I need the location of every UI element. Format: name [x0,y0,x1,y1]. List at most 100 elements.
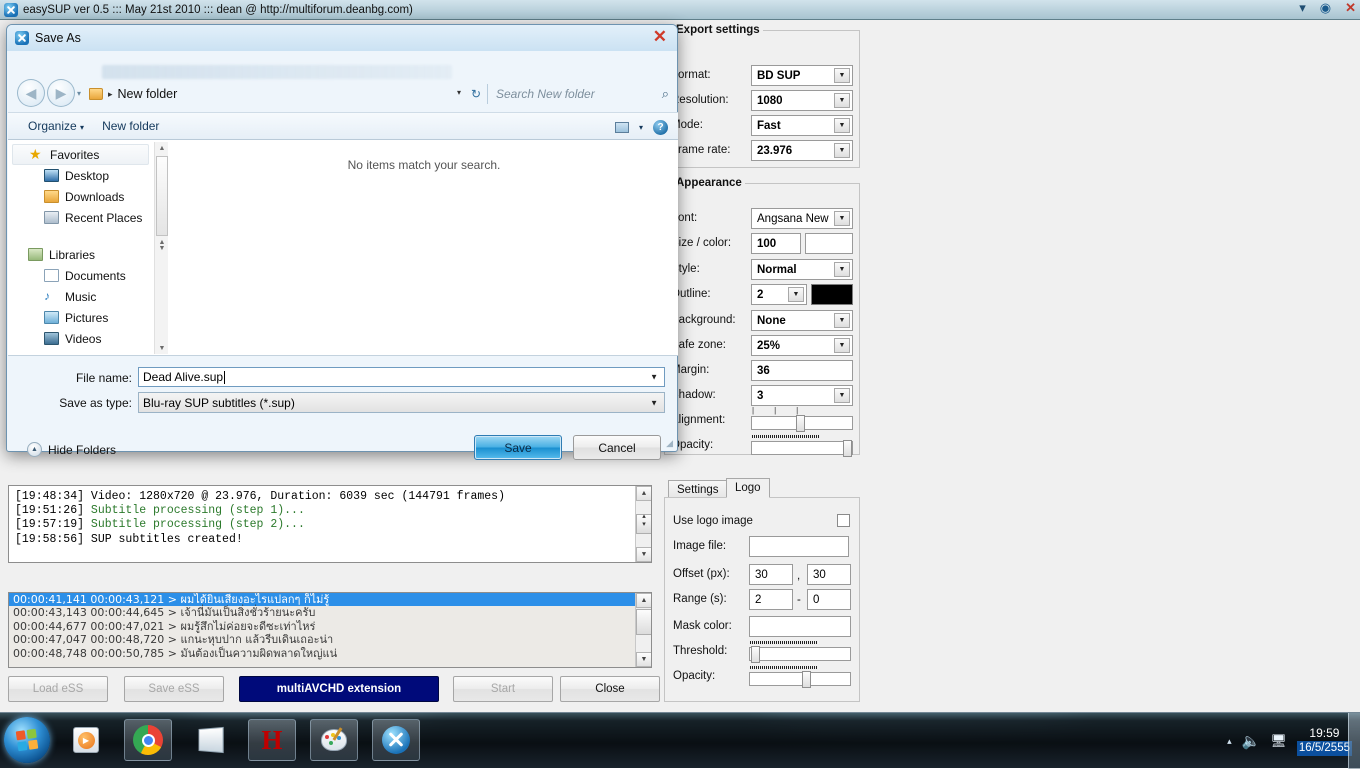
file-name-input[interactable]: Dead Alive.sup ▼ [138,367,665,387]
opacity-slider-knob[interactable] [843,440,852,457]
chevron-down-icon[interactable]: ▼ [834,262,850,277]
tab-settings[interactable]: Settings [668,480,728,498]
show-hidden-icons-button[interactable]: ▴ [1227,736,1232,747]
minimize-icon[interactable]: ▾ [1299,1,1306,14]
app-titlebar[interactable]: easySUP ver 0.5 ::: May 21st 2010 ::: de… [0,0,1360,20]
taskbar-item-easysup[interactable] [372,719,420,761]
background-combo[interactable]: None ▼ [751,310,853,331]
mask-color-field[interactable] [749,616,851,637]
load-ess-button[interactable]: Load eSS [8,676,108,702]
help-icon[interactable]: ? [653,120,668,135]
subtitle-scroll-thumb[interactable] [636,609,652,635]
sidebar-scroll-grip[interactable]: ▲▼ [156,238,168,254]
resolution-combo[interactable]: 1080 ▼ [751,90,853,111]
tab-logo[interactable]: Logo [726,478,770,498]
log-scroll-thumb[interactable] [636,514,652,534]
forward-button[interactable]: ▶ [47,79,75,107]
hide-folders-toggle[interactable]: ▲ Hide Folders [27,442,116,457]
organize-menu[interactable]: Organize ▾ [28,119,84,133]
chevron-down-icon[interactable]: ▼ [834,313,850,328]
resize-grip[interactable]: ◢ [666,438,673,449]
range-from-field[interactable]: 2 [749,589,793,610]
subtitle-scrollbar[interactable]: ▲ ▼ [635,593,651,667]
scroll-down-icon[interactable]: ▼ [636,547,652,562]
save-as-type-combo[interactable]: Blu-ray SUP subtitles (*.sup) ▼ [138,392,665,413]
color-field[interactable] [805,233,853,254]
size-field[interactable]: 100 [751,233,801,254]
scroll-down-icon[interactable]: ▼ [155,342,169,354]
taskbar-item-notepad-document[interactable] [186,719,234,761]
start-button[interactable]: Start [453,676,553,702]
margin-field[interactable]: 36 [751,360,853,381]
log-scrollbar[interactable]: ▲ ▼ [635,486,651,562]
new-folder-button[interactable]: New folder [102,119,159,133]
search-icon[interactable]: ⌕ [662,86,669,102]
chevron-down-icon[interactable]: ▼ [834,118,850,133]
sidebar-item-documents[interactable]: Documents [8,265,153,286]
alignment-slider[interactable] [751,416,853,430]
dialog-cancel-button[interactable]: Cancel [573,435,661,460]
volume-icon[interactable]: 🔈 [1242,732,1261,750]
scroll-up-icon[interactable]: ▲ [636,486,652,501]
chevron-down-icon[interactable]: ▼ [650,373,658,382]
search-input[interactable]: Search New folder [487,84,667,104]
sidebar-item-favorites[interactable]: ★Favorites [12,144,149,165]
history-dropdown-icon[interactable]: ▾ [77,89,81,98]
show-desktop-button[interactable] [1348,713,1360,769]
multiavchd-extension-button[interactable]: multiAVCHD extension [239,676,439,702]
sidebar-item-downloads[interactable]: Downloads [8,186,153,207]
frame-rate-combo[interactable]: 23.976 ▼ [751,140,853,161]
use-logo-checkbox[interactable] [837,514,850,527]
maximize-icon[interactable]: ◉ [1320,1,1331,14]
threshold-slider[interactable] [749,647,851,661]
chevron-down-icon[interactable]: ▼ [834,388,850,403]
scroll-down-icon[interactable]: ▼ [636,652,652,667]
sidebar-item-videos[interactable]: Videos [8,328,153,349]
chevron-down-icon[interactable]: ▾ [639,123,643,132]
chevron-down-icon[interactable]: ▼ [834,211,850,226]
sidebar-item-libraries[interactable]: Libraries [8,244,153,265]
breadcrumb-current-folder[interactable]: New folder [118,87,178,101]
outline-combo[interactable]: 2 ▼ [751,284,807,305]
clock[interactable]: 19:59 16/5/2555 [1297,726,1352,756]
safe-zone-combo[interactable]: 25% ▼ [751,335,853,356]
dialog-close-icon[interactable]: ✕ [653,26,667,48]
save-as-titlebar[interactable]: Save As ✕ [7,25,677,51]
chevron-down-icon[interactable]: ▼ [650,398,658,407]
dialog-save-button[interactable]: Save [474,435,562,460]
format-combo[interactable]: BD SUP ▼ [751,65,853,86]
change-view-icon[interactable] [615,122,629,133]
close-icon[interactable]: ✕ [1345,1,1356,14]
chevron-down-icon[interactable]: ▼ [834,68,850,83]
sidebar-scrollbar[interactable]: ▲ ▲▼ ▼ [154,142,168,354]
taskbar-item-red-h-app[interactable]: H [248,719,296,761]
save-ess-button[interactable]: Save eSS [124,676,224,702]
subtitle-row[interactable]: 00:00:47,047 00:00:48,720 > แกนะหุบปาก แ… [9,633,651,646]
logo-opacity-slider[interactable] [749,672,851,686]
taskbar-item-windows-media-player[interactable]: ▶ [62,719,110,761]
sidebar-item-desktop[interactable]: Desktop [8,165,153,186]
network-icon[interactable]: 🖥 [1270,733,1287,749]
font-combo[interactable]: Angsana New ▼ [751,208,853,229]
outline-color-swatch[interactable] [811,284,853,305]
close-button[interactable]: Close [560,676,660,702]
scroll-up-icon[interactable]: ▲ [636,593,652,608]
subtitle-row[interactable]: 00:00:41,141 00:00:43,121 > ผมได้ยินเสีย… [9,593,651,606]
subtitle-list[interactable]: 00:00:41,141 00:00:43,121 > ผมได้ยินเสีย… [8,592,652,668]
sidebar-scroll-thumb[interactable] [156,156,168,236]
scroll-up-icon[interactable]: ▲ [155,142,169,154]
sidebar-item-pictures[interactable]: Pictures [8,307,153,328]
sidebar-item-recent-places[interactable]: Recent Places [8,207,153,228]
subtitle-row[interactable]: 00:00:48,748 00:00:50,785 > มันต้องเป็นค… [9,647,651,660]
threshold-slider-knob[interactable] [751,646,760,663]
chevron-down-icon[interactable]: ▼ [834,93,850,108]
chevron-down-icon[interactable]: ▼ [788,287,804,302]
subtitle-row[interactable]: 00:00:44,677 00:00:47,021 > ผมรู้สึกไม่ค… [9,620,651,633]
chevron-down-icon[interactable]: ▼ [834,338,850,353]
offset-y-field[interactable]: 30 [807,564,851,585]
opacity-slider[interactable] [751,441,853,455]
shadow-combo[interactable]: 3 ▼ [751,385,853,406]
logo-opacity-slider-knob[interactable] [802,671,811,688]
subtitle-row[interactable]: 00:00:43,143 00:00:44,645 > เจ้านี่มันเป… [9,606,651,619]
start-button[interactable] [4,717,50,763]
